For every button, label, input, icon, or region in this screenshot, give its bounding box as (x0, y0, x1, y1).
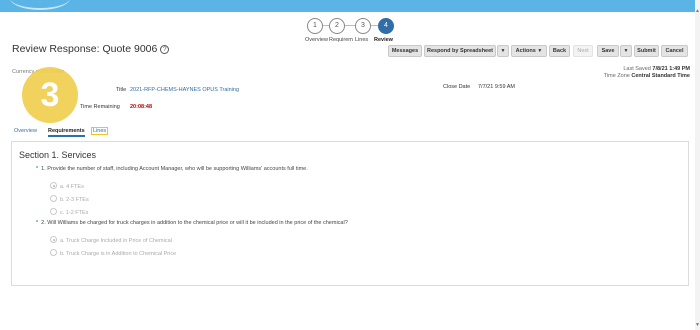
save-dropdown[interactable]: ▼ (620, 45, 632, 57)
actions-button[interactable]: Actions ▼ (511, 45, 547, 57)
next-button[interactable]: Next (573, 45, 593, 57)
last-saved-line: Last Saved 7/8/21 1:49 PM (604, 66, 690, 73)
required-asterisk-icon: * (36, 220, 39, 226)
chevron-down-icon: ▼ (537, 48, 543, 54)
scroll-up-arrow-icon[interactable]: ▲ (695, 8, 700, 14)
time-zone-value: Central Standard Time (631, 73, 690, 79)
option-label: a. Truck Charge Included in Price of Che… (60, 238, 172, 244)
radio-button-selected[interactable] (50, 182, 57, 189)
option-label: a. 4 FTEs (60, 184, 84, 190)
step-number-badge: 3 (22, 67, 78, 123)
question-1-number: 1. (41, 166, 46, 172)
actions-label: Actions (515, 48, 536, 54)
train-step-label-requirements: Requirem (329, 37, 353, 43)
respond-by-spreadsheet-dropdown[interactable]: ▼ (497, 45, 509, 57)
requirements-panel: Section 1. Services * 1. Provide the numb… (11, 141, 689, 286)
cancel-button[interactable]: Cancel (661, 45, 688, 57)
process-train: 1 2 3 4 Overview Requirem Lines Review (305, 18, 415, 48)
question-2-option-a[interactable]: a. Truck Charge Included in Price of Che… (50, 236, 172, 244)
close-date-label: Close Date (443, 84, 471, 90)
tab-overview[interactable]: Overview (14, 128, 37, 134)
train-connector (371, 25, 378, 26)
question-1-option-c[interactable]: c. 1-2 FTEs (50, 208, 88, 216)
title-label: Title (116, 87, 127, 93)
radio-button-selected[interactable] (50, 236, 57, 243)
question-2-number: 2. (41, 220, 46, 226)
radio-button[interactable] (50, 208, 57, 215)
train-step-label-review: Review (374, 37, 393, 43)
required-asterisk-icon: * (36, 166, 39, 172)
time-zone-label: Time Zone (603, 73, 630, 79)
respond-by-spreadsheet-button[interactable]: Respond by Spreadsheet (424, 45, 496, 57)
close-date-value: 7/7/21 9:59 AM (478, 84, 515, 90)
toolbar: Messages Respond by Spreadsheet ▼ Action… (0, 45, 700, 57)
option-label: b. 2-3 FTEs (60, 197, 89, 203)
save-button[interactable]: Save (597, 45, 619, 57)
back-button[interactable]: Back (549, 45, 570, 57)
submit-button[interactable]: Submit (634, 45, 659, 57)
last-saved-label: Last Saved (623, 66, 651, 72)
section-title: Section 1. Services (19, 150, 97, 160)
option-label: b. Truck Charge is in Addition to Chemic… (60, 251, 177, 257)
question-1: * 1. Provide the number of staff, includi… (36, 166, 308, 172)
scroll-down-arrow-icon[interactable]: ▼ (695, 322, 700, 328)
option-label: c. 1-2 FTEs (60, 210, 89, 216)
radio-button[interactable] (50, 249, 57, 256)
train-step-label-lines: Lines (355, 37, 369, 43)
question-1-text: Provide the number of staff, including A… (47, 166, 308, 172)
time-remaining-value: 20:08:48 (130, 104, 153, 110)
train-step-label-overview: Overview (305, 37, 328, 43)
last-saved-info: Last Saved 7/8/21 1:49 PM Time Zone Cent… (604, 66, 690, 80)
top-banner (0, 0, 700, 12)
question-2-option-b[interactable]: b. Truck Charge is in Addition to Chemic… (50, 249, 176, 257)
train-step-requirements[interactable]: 2 (329, 18, 345, 34)
time-zone-line: Time Zone Central Standard Time (604, 73, 690, 80)
question-1-option-a[interactable]: a. 4 FTEs (50, 182, 84, 190)
train-step-lines[interactable]: 3 (355, 18, 371, 34)
train-step-overview[interactable]: 1 (307, 18, 323, 34)
last-saved-value: 7/8/21 1:49 PM (652, 66, 690, 72)
question-2: * 2. Will Williams be charged for truck c… (36, 220, 348, 226)
tab-bar: Overview Requirements Lines (14, 127, 214, 138)
time-remaining-label: Time Remaining (80, 104, 120, 110)
train-connector (345, 25, 355, 26)
question-2-text: Will Williams be charged for truck charg… (47, 220, 348, 226)
tab-requirements[interactable]: Requirements (48, 128, 85, 137)
chevron-down-icon: ▼ (500, 48, 506, 54)
messages-button[interactable]: Messages (388, 45, 422, 57)
title-value: 2021-RFP-CHEMS-HAYNES OPUS Training (130, 87, 240, 93)
train-step-review[interactable]: 4 (378, 18, 394, 34)
question-1-option-b[interactable]: b. 2-3 FTEs (50, 195, 89, 203)
chevron-down-icon: ▼ (623, 48, 629, 54)
tab-lines[interactable]: Lines (91, 127, 109, 135)
banner-swoosh (10, 0, 70, 10)
radio-button[interactable] (50, 195, 57, 202)
